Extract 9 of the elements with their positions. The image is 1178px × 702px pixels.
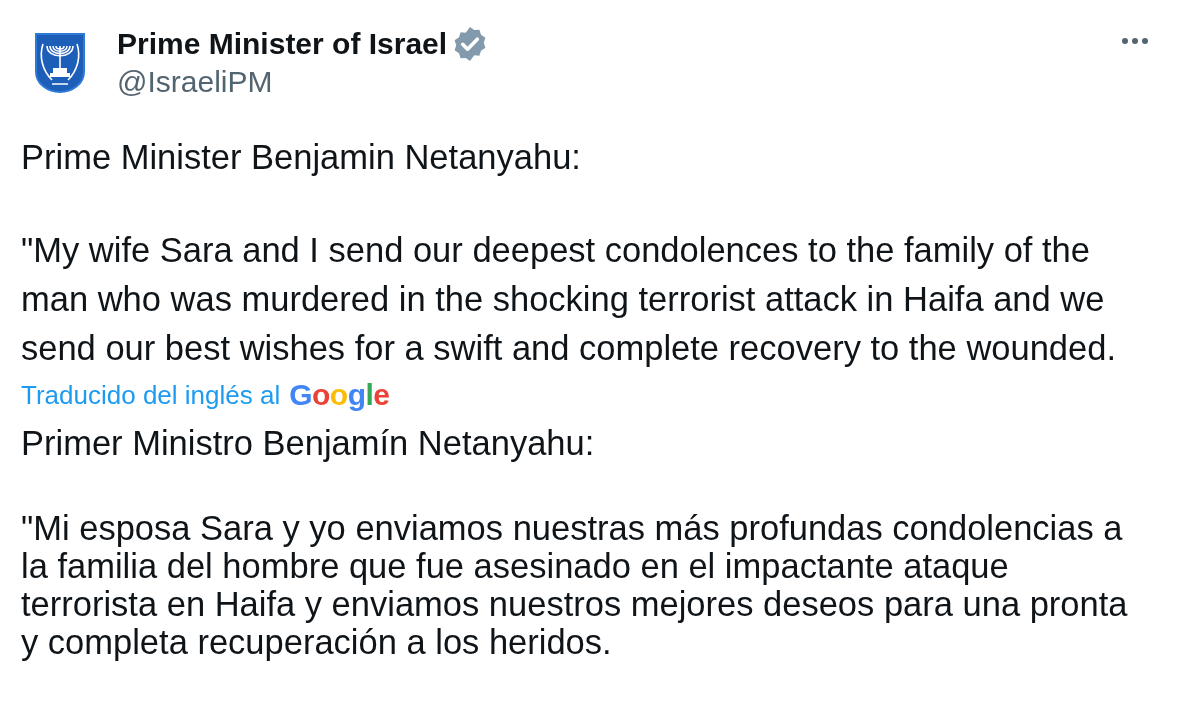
google-logo: Google [289, 379, 390, 411]
post-text: "My wife Sara and I send our deepest condolences to the family of the man who was murdered in the shocking terrorist attack in Haifa and we send our best wishes for a swift and complete recovery to the wounded. [21, 230, 1117, 369]
author-name[interactable]: Prime Minister of Israel [117, 26, 448, 62]
post-text: Prime Minister Benjamin Netanyahu: [21, 137, 582, 178]
more-icon [1122, 38, 1148, 44]
author-handle[interactable]: @IsraeliPM [117, 62, 273, 102]
translated-text: "Mi esposa Sara y yo enviamos nuestras más profundas condolencias a la familia del hombre que fue asesinado en el impactante ataque terrorista en Haifa y enviamos nuestros mejores deseos para una pronta y completa recuperación a los heridos. [21, 509, 1129, 661]
translated-text: Primer Ministro Benjamín Netanyahu: [21, 424, 596, 462]
emblem-avatar [34, 32, 86, 94]
